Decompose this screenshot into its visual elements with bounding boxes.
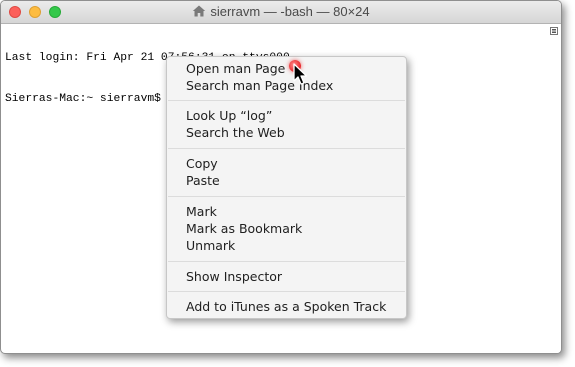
menu-item-show-inspector[interactable]: Show Inspector xyxy=(167,268,406,285)
menu-item-paste[interactable]: Paste xyxy=(167,172,406,189)
menu-separator xyxy=(168,100,405,101)
menu-item-copy[interactable]: Copy xyxy=(167,155,406,172)
menu-separator xyxy=(168,261,405,262)
menu-item-unmark[interactable]: Unmark xyxy=(167,237,406,254)
menu-separator xyxy=(168,291,405,292)
menu-item-mark[interactable]: Mark xyxy=(167,203,406,220)
mouse-pointer-icon xyxy=(293,63,308,85)
menu-item-open-man-page[interactable]: Open man Page xyxy=(167,60,406,77)
menu-separator xyxy=(168,148,405,149)
context-menu: Open man Page Search man Page Index Look… xyxy=(166,56,407,319)
menu-separator xyxy=(168,196,405,197)
menu-item-mark-as-bookmark[interactable]: Mark as Bookmark xyxy=(167,220,406,237)
window-title: sierravm — -bash — 80×24 xyxy=(210,4,370,19)
menu-item-search-web[interactable]: Search the Web xyxy=(167,124,406,141)
scroll-marker-icon xyxy=(550,27,558,35)
scrollbar[interactable] xyxy=(547,24,561,353)
title-bar[interactable]: sierravm — -bash — 80×24 xyxy=(1,1,561,24)
menu-item-look-up[interactable]: Look Up “log” xyxy=(167,107,406,124)
menu-item-search-man-page-index[interactable]: Search man Page Index xyxy=(167,77,406,94)
menu-item-add-to-itunes[interactable]: Add to iTunes as a Spoken Track xyxy=(167,298,406,315)
home-icon xyxy=(193,5,206,17)
window-title-container: sierravm — -bash — 80×24 xyxy=(1,1,561,23)
